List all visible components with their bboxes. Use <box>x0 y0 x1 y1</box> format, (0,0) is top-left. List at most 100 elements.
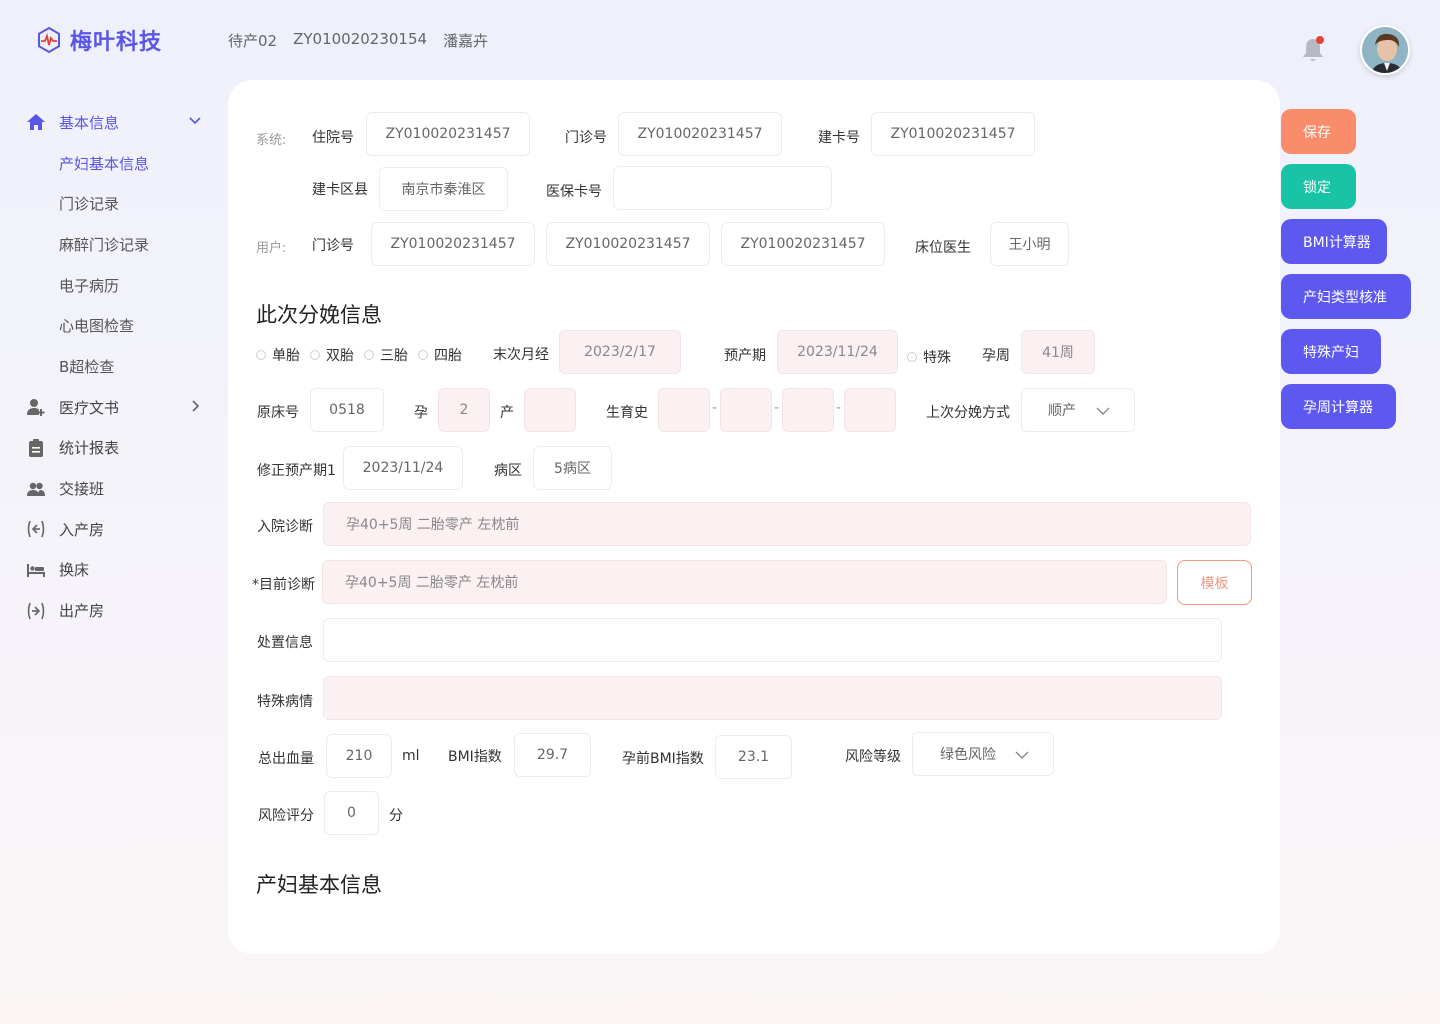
sidebar-item-ultrasound[interactable]: B超检查 <box>26 346 216 387</box>
pre-bmi-field[interactable]: 23.1 <box>715 735 792 779</box>
sidebar-item-clinic-records[interactable]: 门诊记录 <box>26 183 216 224</box>
history-separator: - <box>712 400 718 416</box>
template-button[interactable]: 模板 <box>1177 560 1252 605</box>
gravida-field[interactable]: 2 <box>438 388 490 432</box>
user-clinic-field-1[interactable]: ZY010020231457 <box>371 222 535 266</box>
radio-label: 三胎 <box>380 348 408 364</box>
app-logo[interactable]: 梅叶科技 <box>34 24 162 56</box>
special-cond-field[interactable] <box>323 676 1222 720</box>
radio-circle <box>310 350 320 360</box>
blood-loss-field[interactable]: 210 <box>326 734 392 778</box>
treatment-field[interactable] <box>323 618 1222 662</box>
home-icon <box>26 112 46 132</box>
heartbeat-logo-icon <box>38 26 60 54</box>
card-no-field[interactable]: ZY010020231457 <box>871 112 1035 156</box>
insurance-field[interactable] <box>613 166 832 210</box>
delivery-section-title: 此次分娩信息 <box>256 303 382 327</box>
insurance-label: 医保卡号 <box>546 184 602 200</box>
enter-room-icon <box>26 519 46 539</box>
last-delivery-select[interactable]: 顺产 <box>1021 388 1135 432</box>
sidebar-item-label: 统计报表 <box>59 439 120 458</box>
sidebar-item-handover[interactable]: 交接班 <box>26 468 216 509</box>
user-label: 用户: <box>256 241 287 256</box>
sidebar-item-maternal-basic-info[interactable]: 产妇基本信息 <box>26 143 216 184</box>
blood-loss-unit: ml <box>402 748 420 764</box>
radio-quadruplets[interactable]: 四胎 <box>418 345 462 365</box>
radio-triplets[interactable]: 三胎 <box>364 345 408 365</box>
radio-single[interactable]: 单胎 <box>256 345 300 365</box>
edd-label: 预产期 <box>724 348 766 364</box>
history-field-4[interactable] <box>844 388 896 432</box>
sidebar-item-medical-docs[interactable]: 医疗文书 <box>26 387 216 428</box>
sidebar-item-enter-delivery-room[interactable]: 入产房 <box>26 509 216 550</box>
sidebar-item-label: 交接班 <box>59 480 105 499</box>
user-clinic-field-2[interactable]: ZY010020231457 <box>546 222 710 266</box>
notification-dot <box>1316 36 1324 44</box>
sidebar-item-exit-delivery-room[interactable]: 出产房 <box>26 590 216 631</box>
lmp-label: 末次月经 <box>493 347 549 363</box>
edd-field[interactable]: 2023/11/24 <box>777 330 898 374</box>
radio-label: 四胎 <box>434 348 462 364</box>
risk-level-select[interactable]: 绿色风险 <box>912 732 1054 776</box>
user-clinic-field-3[interactable]: ZY010020231457 <box>721 222 885 266</box>
current-diag-label: *目前诊断 <box>252 577 315 593</box>
basic-section-title: 产妇基本信息 <box>256 873 382 897</box>
maternal-type-check-button[interactable]: 产妇类型核准 <box>1281 274 1411 319</box>
notification-button[interactable] <box>1300 36 1326 64</box>
bmi-label: BMI指数 <box>448 749 502 765</box>
users-icon <box>26 479 46 499</box>
user-add-icon <box>26 397 46 417</box>
bmi-calculator-button[interactable]: BMI计算器 <box>1281 219 1387 264</box>
sidebar-item-ecg[interactable]: 心电图检查 <box>26 305 216 346</box>
avatar[interactable] <box>1360 25 1410 75</box>
hospital-no-field[interactable]: ZY010020231457 <box>366 112 530 156</box>
clipboard-icon <box>26 438 46 458</box>
history-separator: - <box>774 400 780 416</box>
sidebar-item-anesthesia-records[interactable]: 麻醉门诊记录 <box>26 224 216 265</box>
radio-label: 特殊 <box>923 350 951 366</box>
last-delivery-value: 顺产 <box>1048 403 1076 419</box>
card-no-label: 建卡号 <box>818 130 860 146</box>
para-label: 产 <box>500 405 514 421</box>
lmp-field[interactable]: 2023/2/17 <box>559 330 681 374</box>
chevron-right-icon <box>188 399 202 417</box>
admit-diag-label: 入院诊断 <box>257 519 313 535</box>
corrected-edd-label: 修正预产期1 <box>257 463 336 479</box>
lock-button[interactable]: 锁定 <box>1281 164 1356 209</box>
card-district-label: 建卡区县 <box>312 182 368 198</box>
sidebar-item-basic-info[interactable]: 基本信息 <box>26 102 216 143</box>
para-field[interactable] <box>524 388 576 432</box>
current-diag-field[interactable]: 孕40+5周 二胎零产 左枕前 <box>322 560 1167 604</box>
risk-level-label: 风险等级 <box>845 749 901 765</box>
exit-room-icon <box>26 601 46 621</box>
sidebar-item-label: 医疗文书 <box>59 398 120 417</box>
orig-bed-field[interactable]: 0518 <box>310 388 384 432</box>
ward-field[interactable]: 5病区 <box>533 446 612 490</box>
bed-doctor-field[interactable]: 王小明 <box>990 222 1069 266</box>
ga-calculator-button[interactable]: 孕周计算器 <box>1281 384 1396 429</box>
card-district-field[interactable]: 南京市秦淮区 <box>379 167 508 211</box>
ga-field[interactable]: 41周 <box>1021 330 1095 374</box>
treatment-label: 处置信息 <box>257 635 313 651</box>
corrected-edd-field[interactable]: 2023/11/24 <box>343 446 463 490</box>
special-maternal-button[interactable]: 特殊产妇 <box>1281 329 1381 374</box>
clinic-no-field[interactable]: ZY010020231457 <box>618 112 782 156</box>
admit-diag-field[interactable]: 孕40+5周 二胎零产 左枕前 <box>323 502 1251 546</box>
sidebar-item-change-bed[interactable]: 换床 <box>26 550 216 591</box>
save-button[interactable]: 保存 <box>1281 109 1356 154</box>
ga-label: 孕周 <box>982 348 1010 364</box>
hospital-no-label: 住院号 <box>312 130 354 146</box>
history-field-1[interactable] <box>658 388 710 432</box>
logo-text: 梅叶科技 <box>70 30 163 55</box>
sidebar-item-statistics[interactable]: 统计报表 <box>26 428 216 469</box>
pre-bmi-label: 孕前BMI指数 <box>622 751 704 767</box>
radio-twins[interactable]: 双胎 <box>310 345 354 365</box>
radio-circle <box>364 350 374 360</box>
risk-score-field[interactable]: 0 <box>324 791 379 835</box>
sidebar-item-emr[interactable]: 电子病历 <box>26 265 216 306</box>
history-field-3[interactable] <box>782 388 834 432</box>
bmi-field[interactable]: 29.7 <box>514 733 591 777</box>
radio-special[interactable]: 特殊 <box>907 347 951 367</box>
history-field-2[interactable] <box>720 388 772 432</box>
orig-bed-label: 原床号 <box>257 405 299 421</box>
